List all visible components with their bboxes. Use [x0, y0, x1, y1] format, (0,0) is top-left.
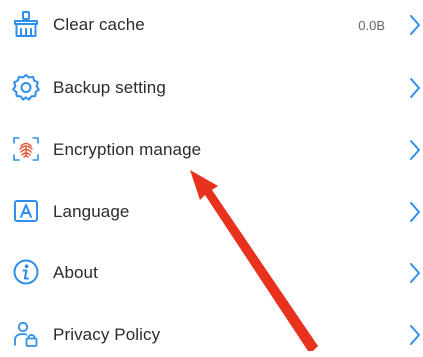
settings-item-privacy-policy[interactable]: Privacy Policy	[0, 313, 423, 357]
chevron-right-icon	[407, 260, 423, 286]
settings-item-about[interactable]: About	[0, 251, 423, 295]
settings-list: Clear cache 0.0B Backup setting Encrypti…	[0, 0, 423, 351]
settings-item-language[interactable]: Language	[0, 190, 423, 234]
chevron-right-icon	[407, 137, 423, 163]
chevron-right-icon	[407, 322, 423, 348]
settings-item-clear-cache[interactable]: Clear cache 0.0B	[0, 3, 423, 47]
settings-item-label: Backup setting	[53, 78, 166, 97]
fingerprint-icon	[11, 134, 41, 164]
settings-item-label: Privacy Policy	[53, 325, 161, 344]
settings-item-encryption-manage[interactable]: Encryption manage	[0, 128, 423, 172]
chevron-right-icon	[407, 75, 423, 101]
settings-item-backup-setting[interactable]: Backup setting	[0, 66, 423, 110]
language-icon	[11, 196, 41, 226]
settings-item-label: Language	[53, 202, 130, 221]
chevron-right-icon	[407, 12, 423, 38]
cache-size-value: 0.0B	[358, 17, 385, 33]
info-icon	[11, 257, 41, 287]
settings-item-label: Clear cache	[53, 15, 145, 34]
privacy-lock-icon	[11, 319, 41, 349]
broom-icon	[11, 9, 41, 39]
settings-item-label: Encryption manage	[53, 140, 202, 159]
gear-icon	[11, 72, 41, 102]
chevron-right-icon	[407, 199, 423, 225]
settings-item-label: About	[53, 263, 98, 282]
